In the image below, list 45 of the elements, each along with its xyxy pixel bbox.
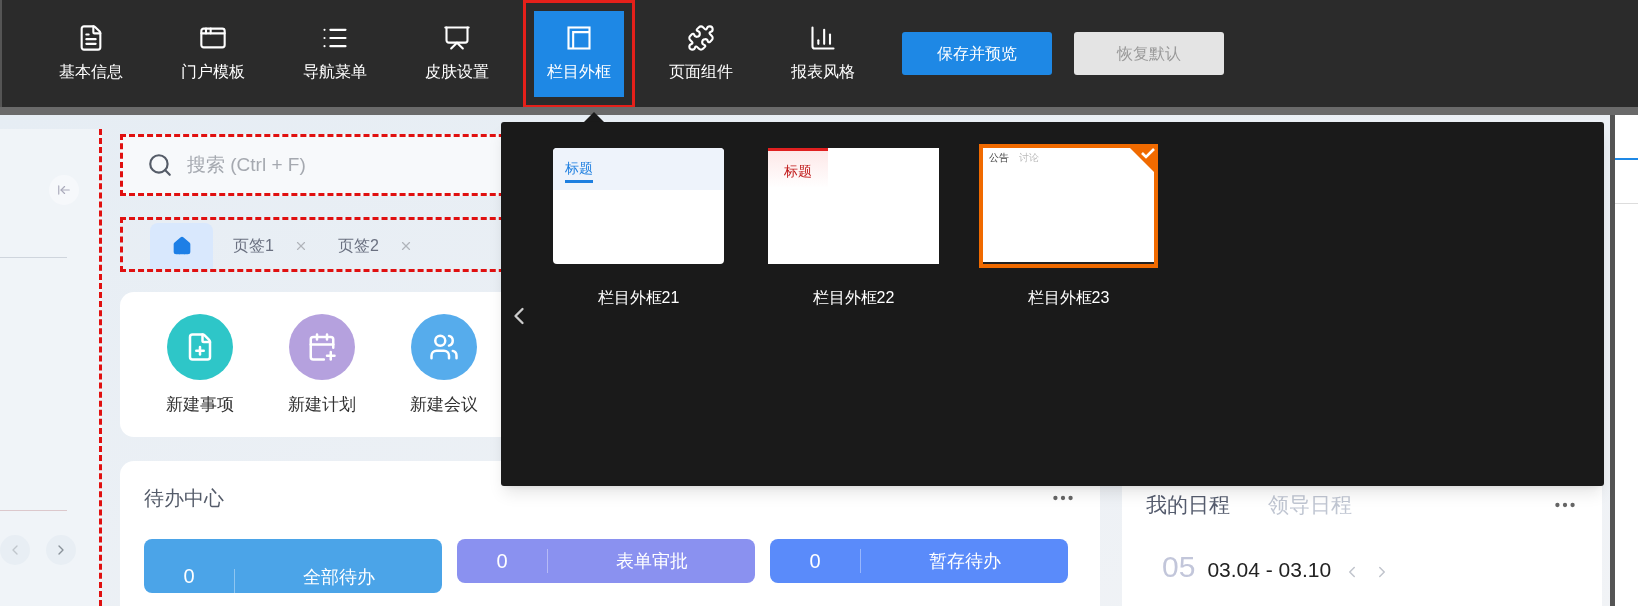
schedule-tab[interactable]: 我的日程: [1146, 489, 1230, 521]
save-preview-button[interactable]: 保存并预览: [902, 32, 1052, 75]
todo-count: 0: [182, 564, 196, 589]
page-tab[interactable]: 页签1: [223, 223, 318, 269]
tab-label: 页签2: [337, 236, 379, 256]
toolbar-tab[interactable]: 基本信息: [46, 10, 136, 97]
collapse-button[interactable]: [49, 175, 79, 205]
week-number: 05: [1162, 550, 1196, 583]
toolbar-tab[interactable]: 导航菜单: [290, 10, 380, 97]
card-title: 待办中心: [144, 486, 224, 511]
toolbar-tab[interactable]: 门户模板: [168, 10, 258, 97]
preview-tab-label: 讨论: [1019, 152, 1039, 164]
preview-title: 标题: [565, 160, 593, 183]
next-button[interactable]: [46, 535, 76, 565]
previous-button[interactable]: [0, 535, 30, 565]
frame-icon: [565, 23, 593, 52]
frame-option[interactable]: 标题 栏目外框21: [549, 144, 728, 310]
puzzle-icon: [687, 23, 715, 52]
toolbar-tab[interactable]: 皮肤设置: [412, 10, 502, 97]
quick-action[interactable]: 新建会议: [394, 314, 494, 437]
collapse-icon: [57, 183, 71, 197]
search-icon: [147, 152, 173, 178]
quick-action[interactable]: 新建计划: [272, 314, 372, 437]
toolbar-tab[interactable]: 页面组件: [656, 10, 746, 97]
frame-option[interactable]: 公告 讨论 栏目外框23: [979, 144, 1158, 310]
todo-count: 0: [808, 549, 822, 574]
preview-tab-label: 公告: [989, 152, 1009, 164]
page-tab[interactable]: 页签2: [327, 223, 423, 269]
home-tab[interactable]: [150, 223, 213, 269]
todo-label: 全部待办: [301, 566, 376, 589]
people-plus-icon: [429, 332, 459, 362]
home-icon: [171, 236, 192, 256]
todo-label: 暂存待办: [927, 549, 1002, 573]
bar-chart-icon: [809, 23, 837, 52]
preview-title: 标题: [784, 163, 812, 179]
toolbar-tab[interactable]: 报表风格: [778, 10, 868, 97]
tab-label: 页签1: [233, 236, 274, 256]
date-range: 03.04 - 03.10: [1207, 556, 1332, 583]
todo-count: 0: [495, 549, 509, 574]
todo-label: 表单审批: [614, 549, 689, 573]
quick-action[interactable]: 新建事项: [150, 314, 250, 437]
toolbar-tab[interactable]: 栏目外框: [534, 10, 624, 97]
frame-option[interactable]: 标题 栏目外框22: [764, 144, 943, 310]
calendar-plus-icon: [307, 332, 337, 362]
easel-icon: [443, 23, 471, 52]
